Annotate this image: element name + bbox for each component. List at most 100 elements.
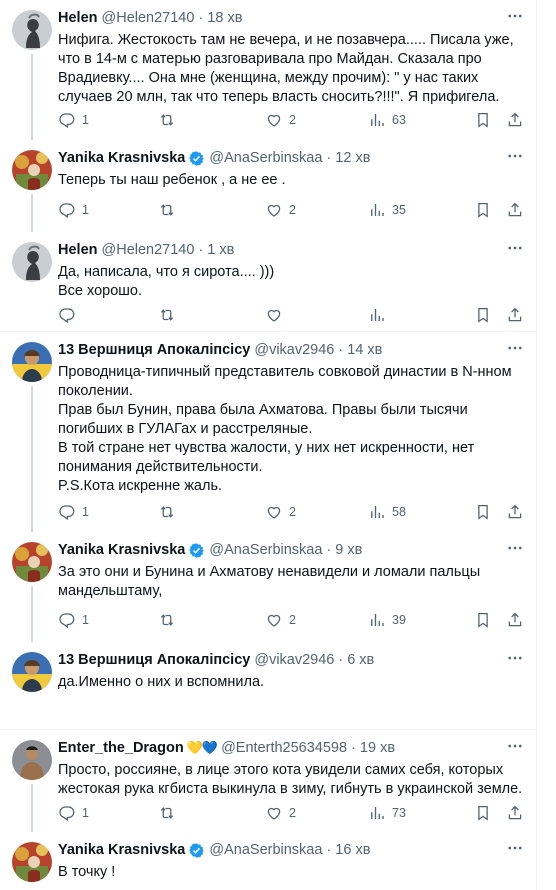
timestamp[interactable]: 14 хв xyxy=(347,342,382,358)
avatar[interactable] xyxy=(12,342,52,382)
author-name[interactable]: Helen xyxy=(58,10,98,26)
retweet-button[interactable] xyxy=(158,110,182,130)
views-count: 35 xyxy=(392,203,406,217)
author-handle[interactable]: @Helen27140 xyxy=(102,242,195,258)
timestamp[interactable]: 9 хв xyxy=(335,542,362,558)
more-icon[interactable] xyxy=(506,10,524,26)
views-button[interactable]: 63 xyxy=(368,110,406,130)
timestamp[interactable]: 18 хв xyxy=(207,10,242,26)
more-icon[interactable] xyxy=(506,652,524,668)
author-handle[interactable]: @vikav2946 xyxy=(254,652,334,668)
author-handle[interactable]: @AnaSerbinskaa xyxy=(209,542,322,558)
tweet[interactable]: Enter_the_Dragon 💛💙 @Enterth25634598 · 19 хв… xyxy=(0,730,536,832)
author-handle[interactable]: @AnaSerbinskaa xyxy=(209,150,322,166)
more-icon[interactable] xyxy=(506,542,524,558)
separator-dot: · xyxy=(198,10,204,26)
like-count: 2 xyxy=(289,613,296,627)
reply-button[interactable]: 1 xyxy=(58,200,89,220)
author-name[interactable]: Enter_the_Dragon xyxy=(58,740,184,756)
share-icon xyxy=(508,307,522,322)
author-handle[interactable]: @Helen27140 xyxy=(102,10,195,26)
author-handle[interactable]: @AnaSerbinskaa xyxy=(209,842,322,858)
tweet-content: Helen @Helen27140 · 18 хв Нифига. Жестокость… xyxy=(58,8,524,107)
like-button[interactable]: 2 xyxy=(265,110,296,130)
avatar[interactable] xyxy=(12,10,52,50)
tweet-content: Enter_the_Dragon 💛💙 @Enterth25634598 · 19 хв… xyxy=(58,738,524,799)
avatar[interactable] xyxy=(12,740,52,780)
author-name[interactable]: Yanika Krasnivska xyxy=(58,542,185,558)
reply-button[interactable]: 1 xyxy=(58,502,89,522)
like-icon xyxy=(267,506,281,519)
retweet-button[interactable] xyxy=(158,200,182,220)
retweet-button[interactable] xyxy=(158,610,182,630)
retweet-button[interactable] xyxy=(158,305,182,325)
tweet[interactable]: Helen @Helen27140 · 18 хв Нифига. Жестокость… xyxy=(0,0,536,140)
reply-button[interactable]: 1 xyxy=(58,110,89,130)
share-button[interactable] xyxy=(506,305,524,325)
views-icon xyxy=(371,506,384,518)
more-icon[interactable] xyxy=(506,740,524,756)
retweet-button[interactable] xyxy=(158,502,182,522)
separator-dot: · xyxy=(338,342,344,358)
tweet[interactable]: Yanika Krasnivska @AnaSerbinskaa · 16 хв В т… xyxy=(0,832,536,890)
bookmark-button[interactable] xyxy=(474,200,492,220)
share-button[interactable] xyxy=(506,610,524,630)
author-name[interactable]: 13 Вершниця Апокаліпсісу xyxy=(58,652,250,668)
timestamp[interactable]: 12 хв xyxy=(335,150,370,166)
avatar[interactable] xyxy=(12,542,52,582)
tweet-text: Теперь ты наш ребенок , а не ее . xyxy=(58,172,286,188)
avatar[interactable] xyxy=(12,150,52,190)
views-button[interactable]: 39 xyxy=(368,610,406,630)
author-name[interactable]: Helen xyxy=(58,242,98,258)
retweet-button[interactable] xyxy=(158,803,182,823)
tweet[interactable]: Yanika Krasnivska @AnaSerbinskaa · 12 хв Теп… xyxy=(0,140,536,232)
views-button[interactable]: 73 xyxy=(368,803,406,823)
reply-button[interactable]: 1 xyxy=(58,610,89,630)
tweet[interactable]: 13 Вершниця Апокаліпсісу @vikav2946 · 6 хв д… xyxy=(0,642,536,730)
share-button[interactable] xyxy=(506,200,524,220)
avatar[interactable] xyxy=(12,242,52,282)
tweet-text: Да, написала, что я сирота.... ))) Все х… xyxy=(58,264,275,299)
like-button[interactable]: 2 xyxy=(265,803,296,823)
tweet[interactable]: Yanika Krasnivska @AnaSerbinskaa · 9 хв За э… xyxy=(0,532,536,642)
more-icon[interactable] xyxy=(506,150,524,166)
tweet-header: 13 Вершниця Апокаліпсісу @vikav2946 · 6 хв xyxy=(58,650,524,670)
tweet-header: Yanika Krasnivska @AnaSerbinskaa · 9 хв xyxy=(58,540,524,560)
reply-button[interactable] xyxy=(58,305,82,325)
timestamp[interactable]: 16 хв xyxy=(335,842,370,858)
views-button[interactable]: 58 xyxy=(368,502,406,522)
bookmark-button[interactable] xyxy=(474,110,492,130)
share-button[interactable] xyxy=(506,110,524,130)
like-button[interactable] xyxy=(265,305,289,325)
bookmark-button[interactable] xyxy=(474,502,492,522)
timestamp[interactable]: 1 хв xyxy=(207,242,234,258)
bookmark-button[interactable] xyxy=(474,305,492,325)
author-handle[interactable]: @vikav2946 xyxy=(254,342,334,358)
like-button[interactable]: 2 xyxy=(265,200,296,220)
share-button[interactable] xyxy=(506,803,524,823)
like-button[interactable]: 2 xyxy=(265,610,296,630)
avatar[interactable] xyxy=(12,652,52,692)
author-name[interactable]: Yanika Krasnivska xyxy=(58,150,185,166)
author-name[interactable]: Yanika Krasnivska xyxy=(58,842,185,858)
separator-dot: · xyxy=(338,652,344,668)
more-icon[interactable] xyxy=(506,342,524,358)
author-name[interactable]: 13 Вершниця Апокаліпсісу xyxy=(58,342,250,358)
author-handle[interactable]: @Enterth25634598 xyxy=(221,740,347,756)
more-icon[interactable] xyxy=(506,842,524,858)
bookmark-button[interactable] xyxy=(474,610,492,630)
reply-button[interactable]: 1 xyxy=(58,803,89,823)
views-button[interactable] xyxy=(368,305,392,325)
bookmark-button[interactable] xyxy=(474,803,492,823)
avatar[interactable] xyxy=(12,842,52,882)
timestamp[interactable]: 6 хв xyxy=(347,652,374,668)
like-button[interactable]: 2 xyxy=(265,502,296,522)
share-button[interactable] xyxy=(506,502,524,522)
tweet[interactable]: 13 Вершниця Апокаліпсісу @vikav2946 · 14 хв… xyxy=(0,332,536,532)
timestamp[interactable]: 19 хв xyxy=(360,740,395,756)
reply-count: 1 xyxy=(82,113,89,127)
tweet[interactable]: Helen @Helen27140 · 1 хв Да, написала, что я… xyxy=(0,232,536,332)
thread-connector xyxy=(31,386,33,532)
more-icon[interactable] xyxy=(506,242,524,258)
views-button[interactable]: 35 xyxy=(368,200,406,220)
